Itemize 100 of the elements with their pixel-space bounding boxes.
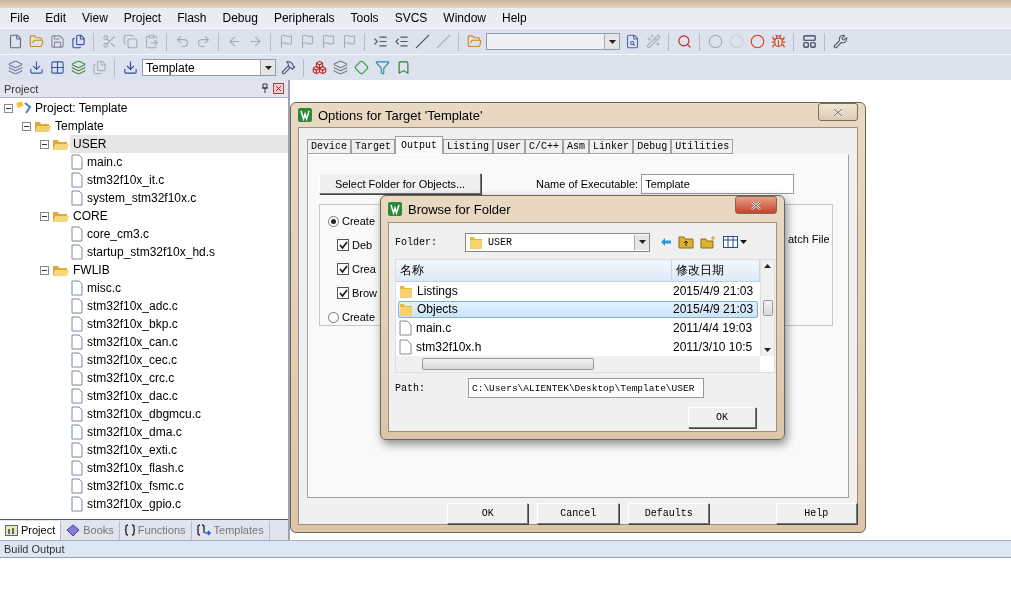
save-icon[interactable] xyxy=(48,32,66,51)
dialog-tab[interactable]: C/C++ xyxy=(525,139,564,154)
checkbox[interactable] xyxy=(337,263,349,275)
collapse-icon[interactable] xyxy=(40,211,49,221)
window-icon[interactable] xyxy=(800,32,818,51)
close-icon[interactable] xyxy=(273,83,284,94)
bug-icon[interactable] xyxy=(769,32,787,51)
tree-label[interactable]: stm32f10x_adc.c xyxy=(84,297,288,315)
menu-item[interactable]: Window xyxy=(435,11,494,25)
diamond-icon[interactable] xyxy=(352,58,370,77)
close-button[interactable] xyxy=(818,103,858,121)
tree-item[interactable]: stm32f10x_bkp.c xyxy=(0,315,288,333)
tree-item[interactable]: stm32f10x_gpio.c xyxy=(0,495,288,513)
dialog-tab[interactable]: Target xyxy=(351,139,396,154)
dialog-tab[interactable]: Linker xyxy=(589,139,634,154)
vertical-scrollbar[interactable] xyxy=(760,260,774,356)
list-row[interactable]: Listings 2015/4/9 21:03 xyxy=(398,282,758,300)
menu-item[interactable]: Help xyxy=(494,11,535,25)
tree-item[interactable]: startup_stm32f10x_hd.s xyxy=(0,243,288,261)
menu-item[interactable]: SVCS xyxy=(386,11,436,25)
tree-label[interactable]: stm32f10x_dma.c xyxy=(84,423,288,441)
dialog-button[interactable]: Defaults xyxy=(627,503,710,524)
dialog-tab[interactable]: User xyxy=(493,139,526,154)
back-arrow-icon[interactable] xyxy=(660,237,672,247)
tree-item[interactable]: FWLIB xyxy=(0,261,288,279)
tree-label[interactable]: Template xyxy=(52,117,288,135)
tree-item[interactable]: stm32f10x_fsmc.c xyxy=(0,477,288,495)
list-row[interactable]: Objects 2015/4/9 21:03 xyxy=(398,300,758,318)
menu-item[interactable]: File xyxy=(2,11,38,25)
collapse-icon[interactable] xyxy=(4,103,13,113)
folder-combo[interactable]: USER xyxy=(465,232,650,252)
filter-icon[interactable] xyxy=(373,58,391,77)
tree-label[interactable]: stm32f10x_can.c xyxy=(84,333,288,351)
debug-icon[interactable] xyxy=(675,32,693,51)
tree-label[interactable]: stm32f10x_dac.c xyxy=(84,387,288,405)
tree-item[interactable]: Template xyxy=(0,117,288,135)
tree-item[interactable]: core_cm3.c xyxy=(0,225,288,243)
dialog-tab[interactable]: Utilities xyxy=(671,139,734,154)
dialog-tab[interactable]: Device xyxy=(307,139,351,154)
tree-label[interactable]: stm32f10x_fsmc.c xyxy=(84,477,288,495)
tree-item[interactable]: CORE xyxy=(0,207,288,225)
dropdown-arrow-icon[interactable] xyxy=(264,65,272,70)
dialog-tab[interactable]: Debug xyxy=(633,139,672,154)
horizontal-scrollbar[interactable] xyxy=(396,356,760,372)
collapse-icon[interactable] xyxy=(22,121,31,131)
wrench-icon[interactable] xyxy=(831,32,849,51)
tree-label[interactable]: stm32f10x_bkp.c xyxy=(84,315,288,333)
tree-label[interactable]: stm32f10x_flash.c xyxy=(84,459,288,477)
column-header[interactable]: 名称 xyxy=(396,260,672,281)
radio-button[interactable] xyxy=(328,215,339,227)
scroll-thumb[interactable] xyxy=(762,300,773,316)
tree-item[interactable]: stm32f10x_can.c xyxy=(0,333,288,351)
tree-label[interactable]: stm32f10x_gpio.c xyxy=(84,495,288,513)
dropdown-arrow-icon[interactable] xyxy=(638,240,646,244)
tree-label[interactable]: stm32f10x_dbgmcu.c xyxy=(84,405,288,423)
panel-tab[interactable]: Project xyxy=(0,520,62,540)
tree-label[interactable]: core_cm3.c xyxy=(84,225,288,243)
tree-item[interactable]: stm32f10x_adc.c xyxy=(0,297,288,315)
tree-item[interactable]: stm32f10x_cec.c xyxy=(0,351,288,369)
collapse-icon[interactable] xyxy=(40,265,49,275)
tree-item[interactable]: stm32f10x_flash.c xyxy=(0,459,288,477)
tree-label[interactable]: stm32f10x_cec.c xyxy=(84,351,288,369)
checkbox[interactable] xyxy=(337,239,349,251)
scroll-thumb[interactable] xyxy=(422,358,594,370)
pin-icon[interactable] xyxy=(261,83,269,93)
tree-label[interactable]: USER xyxy=(70,135,288,153)
layers-icon[interactable] xyxy=(331,58,349,77)
new-folder-icon[interactable] xyxy=(700,235,717,249)
tree-item[interactable]: stm32f10x_crc.c xyxy=(0,369,288,387)
dialog-button[interactable]: Cancel xyxy=(537,503,619,524)
checkbox[interactable] xyxy=(337,287,349,299)
dialog-tab[interactable]: Output xyxy=(395,136,444,154)
tree-label[interactable]: stm32f10x_it.c xyxy=(84,171,288,189)
close-button[interactable] xyxy=(735,196,777,214)
collapse-icon[interactable] xyxy=(40,139,49,149)
menu-item[interactable]: Peripherals xyxy=(265,11,343,25)
menu-item[interactable]: Edit xyxy=(37,11,75,25)
list-row[interactable]: stm32f10x.h 2011/3/10 10:5 xyxy=(398,338,758,356)
menu-item[interactable]: View xyxy=(74,11,116,25)
tree-label[interactable]: misc.c xyxy=(84,279,288,297)
tree-label[interactable]: stm32f10x_crc.c xyxy=(84,369,288,387)
tree-label[interactable]: FWLIB xyxy=(70,261,288,279)
panel-tab[interactable]: Functions xyxy=(119,520,192,540)
dropdown-arrow-icon[interactable] xyxy=(608,39,616,44)
path-field[interactable]: C:\Users\ALIENTEK\Desktop\Template\USER xyxy=(468,378,704,398)
ok-button[interactable]: OK xyxy=(688,407,756,428)
dialog-button[interactable]: OK xyxy=(447,503,529,524)
tree-label[interactable]: system_stm32f10x.c xyxy=(84,189,288,207)
up-folder-icon[interactable] xyxy=(678,235,694,249)
menu-item[interactable]: Flash xyxy=(169,11,215,25)
tree-label[interactable]: main.c xyxy=(84,153,288,171)
executable-name-field[interactable]: Template xyxy=(641,173,795,194)
tree-item[interactable]: stm32f10x_dac.c xyxy=(0,387,288,405)
tree-label[interactable]: CORE xyxy=(70,207,288,225)
dialog-tab[interactable]: Listing xyxy=(443,139,494,154)
tree-item[interactable]: main.c xyxy=(0,153,288,171)
tree-label[interactable]: startup_stm32f10x_hd.s xyxy=(84,243,288,261)
scroll-up-icon[interactable] xyxy=(764,264,771,268)
scroll-down-icon[interactable] xyxy=(764,348,771,352)
select-folder-button[interactable]: Select Folder for Objects... xyxy=(319,173,481,194)
